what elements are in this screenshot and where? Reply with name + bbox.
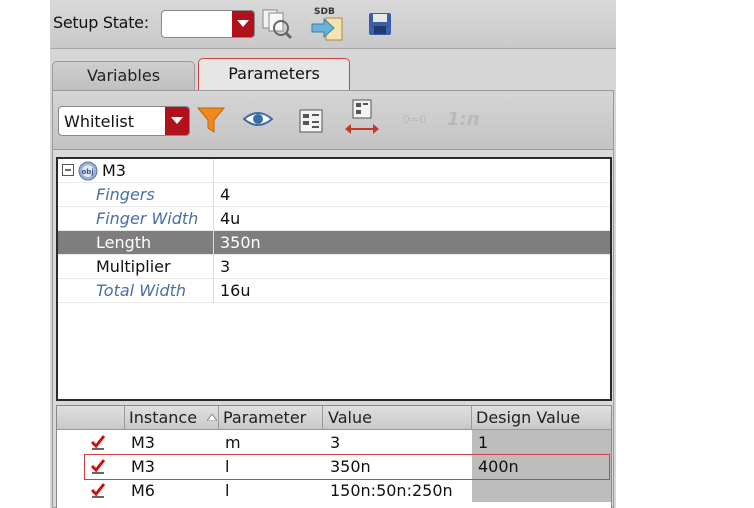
parameter-name: Length: [96, 233, 152, 252]
highlighted-row-outline: [84, 454, 610, 480]
instance-cell[interactable]: M6: [131, 481, 155, 500]
table-row[interactable]: M6 l 150n:50n:250n: [57, 478, 611, 502]
object-icon: obj: [78, 161, 98, 181]
setup-state-label: Setup State:: [53, 13, 149, 32]
sort-ascending-icon[interactable]: [207, 414, 217, 421]
sdb-icon-text: SDB: [314, 7, 335, 17]
design-value-cell[interactable]: 1: [478, 433, 488, 452]
tree-row[interactable]: Multiplier 3: [58, 255, 610, 279]
ratio-toggle[interactable]: 1:n: [447, 109, 480, 130]
tree-row[interactable]: Finger Width 4u: [58, 207, 610, 231]
column-header-design-value[interactable]: Design Value: [476, 408, 580, 427]
object-icon-text: obj: [82, 168, 94, 176]
setup-toolbar: Setup State: SDB: [50, 0, 616, 49]
filter-toolbar: Whitelist 0=0 1:n: [53, 91, 613, 150]
tree-row[interactable]: Total Width 16u: [58, 279, 610, 303]
parameter-name: Multiplier: [96, 257, 171, 276]
parameter-value[interactable]: 4u: [220, 209, 240, 228]
checkbox-checked-icon[interactable]: [90, 482, 106, 498]
property-tree: obj M3 Fingers 4 Finger Width 4u Length 350n M…: [56, 157, 612, 401]
parameter-name: Fingers: [96, 185, 155, 204]
checkbox-checked-icon[interactable]: [90, 434, 106, 450]
parameter-name: Total Width: [96, 281, 187, 300]
parameter-cell[interactable]: m: [225, 433, 241, 452]
parameters-content: Whitelist 0=0 1:n obj M3 Fingers 4 Finge…: [52, 90, 614, 508]
value-cell[interactable]: 3: [330, 433, 340, 452]
table-row[interactable]: M3 m 3 1: [57, 430, 611, 454]
parameter-grid-icon[interactable]: [299, 109, 323, 137]
tab-bar: Variables Parameters: [50, 49, 616, 91]
equal-toggle-icon[interactable]: 0=0: [403, 113, 426, 126]
sdb-export-icon[interactable]: SDB: [308, 4, 348, 48]
table-header: Instance Parameter Value Design Value: [57, 406, 611, 430]
parameter-name: Finger Width: [96, 209, 199, 228]
whitelist-combo[interactable]: Whitelist: [58, 106, 190, 136]
collapse-icon[interactable]: [62, 164, 74, 176]
tree-row[interactable]: Fingers 4: [58, 183, 610, 207]
tree-root-label: M3: [102, 161, 126, 180]
setup-state-combo[interactable]: [161, 10, 255, 38]
expand-width-icon[interactable]: [344, 99, 380, 143]
chevron-down-icon[interactable]: [165, 107, 189, 135]
parameter-value[interactable]: 350n: [220, 233, 261, 252]
parameter-value[interactable]: 3: [220, 257, 230, 276]
parameter-value[interactable]: 16u: [220, 281, 251, 300]
whitelist-value: Whitelist: [64, 112, 135, 131]
eye-icon[interactable]: [242, 109, 274, 133]
tab-variables[interactable]: Variables: [52, 61, 195, 91]
column-header-value[interactable]: Value: [328, 408, 372, 427]
chevron-down-icon[interactable]: [232, 11, 254, 37]
parameter-value[interactable]: 4: [220, 185, 230, 204]
column-header-parameter[interactable]: Parameter: [223, 408, 306, 427]
parameter-table: Instance Parameter Value Design Value M3…: [56, 405, 612, 508]
instance-cell[interactable]: M3: [131, 433, 155, 452]
column-header-instance[interactable]: Instance: [129, 408, 197, 427]
tree-row[interactable]: Length 350n: [58, 231, 610, 255]
parameter-cell[interactable]: l: [225, 481, 229, 500]
parameters-panel: Setup State: SDB Variables Parameters Wh…: [50, 0, 616, 508]
value-cell[interactable]: 150n:50n:250n: [330, 481, 453, 500]
load-setup-icon[interactable]: [261, 8, 293, 44]
tree-root-row[interactable]: obj M3: [58, 159, 610, 183]
save-icon[interactable]: [368, 12, 392, 40]
tab-parameters[interactable]: Parameters: [198, 58, 350, 91]
filter-icon[interactable]: [196, 105, 226, 139]
